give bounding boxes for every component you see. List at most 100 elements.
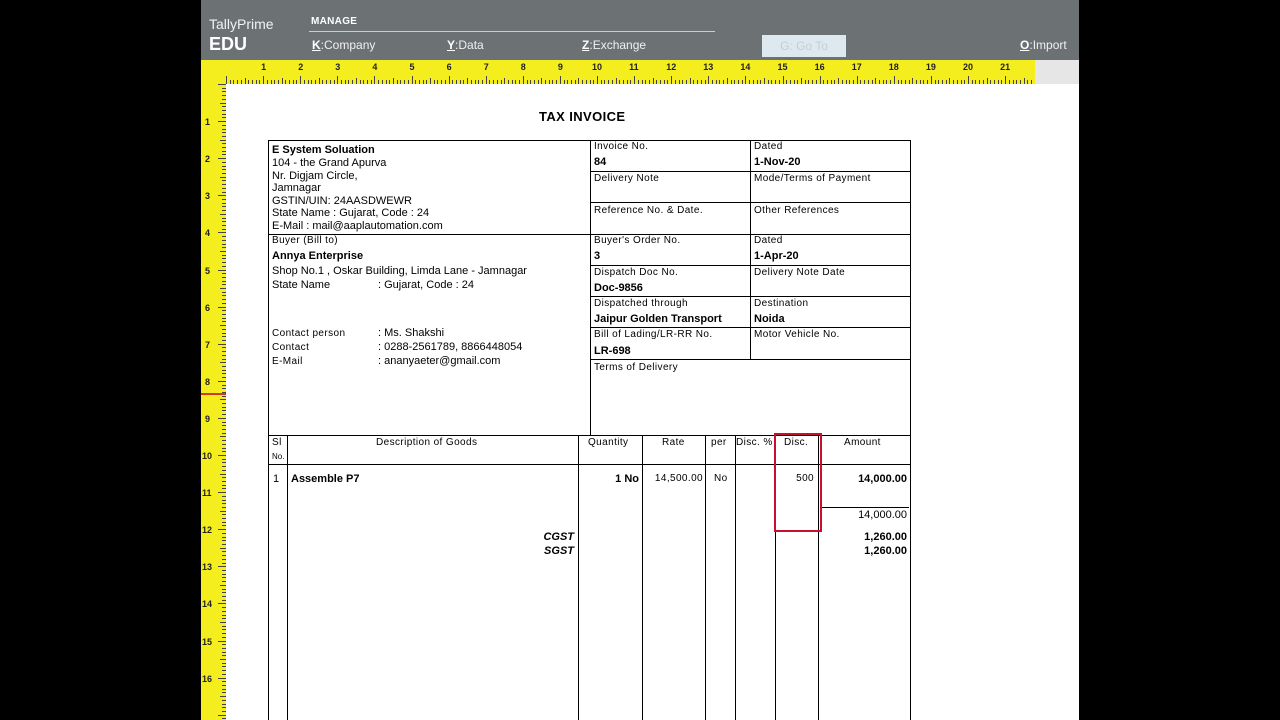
ruler-tick — [222, 280, 226, 282]
ruler-tick — [608, 80, 610, 84]
contact-numbers: : 0288-2561789, 8866448054 — [378, 341, 523, 353]
ruler-number: 11 — [629, 62, 639, 72]
invoice-no-label: Invoice No. — [594, 141, 649, 152]
ruler-tick — [220, 473, 226, 475]
ruler-tick — [697, 80, 699, 84]
ruler-tick — [1016, 80, 1018, 84]
ruler-tick — [396, 80, 398, 84]
ruler-tick — [222, 384, 226, 386]
ruler-tick — [222, 321, 226, 323]
ruler-tick — [222, 395, 226, 397]
ruler-tick — [481, 80, 483, 84]
ruler-tick — [752, 80, 754, 84]
ruler-tick — [552, 80, 554, 84]
ruler-tick — [537, 80, 539, 84]
ruler-tick — [222, 265, 226, 267]
ruler-tick — [804, 80, 806, 84]
ruler-tick — [971, 80, 973, 84]
ruler-tick — [964, 80, 966, 84]
ruler-tick — [322, 80, 324, 84]
menu-company-label: Company — [324, 38, 376, 52]
ruler-tick — [222, 243, 226, 245]
ruler-tick — [470, 80, 472, 84]
invoice-title: TAX INVOICE — [539, 109, 626, 124]
ruler-tick — [222, 432, 226, 434]
ruler-number: 3 — [205, 191, 211, 202]
ruler-tick — [515, 80, 517, 84]
meta-row-2 — [590, 202, 911, 203]
ruler-number: 9 — [557, 62, 563, 72]
ruler-tick — [222, 414, 226, 416]
ruler-tick — [945, 80, 947, 84]
ruler-tick — [222, 558, 226, 560]
ruler-tick — [838, 78, 840, 84]
ruler-tick — [222, 673, 226, 675]
ruler-tick — [222, 629, 226, 631]
ruler-tick — [222, 573, 226, 575]
ruler-tick — [222, 254, 226, 256]
ruler-tick — [856, 76, 858, 84]
ruler-tick — [218, 603, 226, 605]
ruler-tick — [300, 76, 302, 84]
ruler-tick — [218, 84, 226, 85]
ruler-tick — [689, 78, 691, 84]
ruler-tick — [519, 80, 521, 84]
ruler-tick — [563, 80, 565, 84]
ruler-tick — [222, 625, 226, 627]
ruler-number: 8 — [205, 376, 211, 387]
meta-row-7 — [590, 359, 911, 360]
ruler-tick — [222, 299, 226, 301]
ruler-tick — [222, 425, 226, 427]
ruler-tick — [548, 80, 550, 84]
ruler-tick — [801, 78, 803, 84]
ruler-tick — [686, 80, 688, 84]
ruler-tick — [222, 618, 226, 620]
menu-import[interactable]: O:Import — [1020, 38, 1067, 52]
ruler-tick — [222, 532, 226, 534]
ruler-tick — [222, 310, 226, 312]
ruler-tick — [559, 76, 561, 84]
col-description: Description of Goods — [376, 437, 478, 448]
ruler-tick — [459, 80, 461, 84]
ruler-tick — [923, 80, 925, 84]
col-disc-pct: Disc. % — [736, 437, 773, 448]
order-dated-label: Dated — [754, 235, 783, 246]
ruler-tick — [220, 584, 226, 586]
frame-left — [268, 140, 269, 720]
menu-exchange-label: Exchange — [592, 38, 647, 52]
col-desc-divider — [578, 435, 579, 720]
ruler-number: 20 — [963, 62, 974, 72]
menu-company[interactable]: K:Company — [312, 38, 375, 52]
ruler-tick — [485, 76, 487, 84]
ruler-tick — [222, 165, 226, 167]
ruler-tick — [329, 80, 331, 84]
ruler-tick — [222, 662, 226, 664]
ruler-tick — [674, 80, 676, 84]
ruler-tick — [789, 80, 791, 84]
ruler-tick — [220, 399, 226, 401]
menu-data[interactable]: Y:Data — [447, 38, 484, 52]
ruler-tick — [712, 80, 713, 84]
ruler-tick — [593, 80, 595, 84]
ruler-tick — [220, 436, 226, 438]
ruler-tick — [220, 288, 226, 290]
ruler-number: 12 — [202, 525, 213, 536]
ruler-tick — [222, 703, 226, 705]
ruler-tick — [222, 647, 226, 649]
ruler-tick — [389, 80, 391, 84]
tax-cgst-label: CGST — [543, 531, 574, 543]
ruler-tick — [582, 80, 584, 84]
ruler-tick — [333, 80, 335, 84]
ruler-tick — [374, 76, 376, 84]
goto-button[interactable]: G: Go To — [762, 35, 846, 57]
ruler-tick — [1012, 80, 1014, 84]
ruler-tick — [222, 210, 226, 212]
ruler-tick — [222, 710, 226, 712]
ruler-tick — [415, 80, 417, 84]
menu-data-key: Y — [447, 38, 456, 52]
ruler-tick — [222, 518, 226, 520]
ruler-tick — [222, 525, 226, 527]
ruler-tick — [233, 80, 235, 84]
ruler-tick — [220, 659, 226, 661]
menu-exchange[interactable]: Z:Exchange — [582, 38, 646, 52]
